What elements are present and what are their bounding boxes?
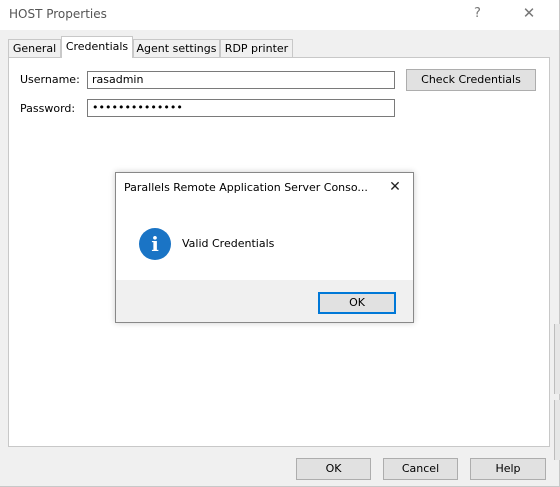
cancel-button[interactable]: Cancel [383,458,458,480]
tab-rdp-printer[interactable]: RDP printer [220,39,293,57]
info-icon: i [139,228,171,260]
username-input[interactable]: rasadmin [87,71,395,89]
message-box-footer: OK [116,280,413,322]
message-ok-button[interactable]: OK [318,292,396,314]
title-bar: HOST Properties ? ✕ [0,0,559,30]
background-window-edge [554,324,560,394]
password-label: Password: [20,102,76,115]
close-window-button[interactable]: ✕ [520,4,538,22]
message-box-title: Parallels Remote Application Server Cons… [124,181,368,194]
window-title: HOST Properties [9,7,107,21]
help-title-button[interactable]: ? [474,6,481,21]
check-credentials-button[interactable]: Check Credentials [406,69,536,91]
password-input[interactable]: •••••••••••••• [87,99,395,117]
tab-agent-settings[interactable]: Agent settings [133,39,220,57]
tab-general[interactable]: General [8,39,61,57]
background-window-edge [554,400,560,460]
ok-button[interactable]: OK [296,458,371,480]
help-button[interactable]: Help [470,458,546,480]
message-box-close-button[interactable]: ✕ [386,178,404,196]
message-box-dialog: Parallels Remote Application Server Cons… [115,172,414,323]
tab-credentials[interactable]: Credentials [61,36,133,58]
message-text: Valid Credentials [182,237,275,250]
username-label: Username: [20,73,80,86]
